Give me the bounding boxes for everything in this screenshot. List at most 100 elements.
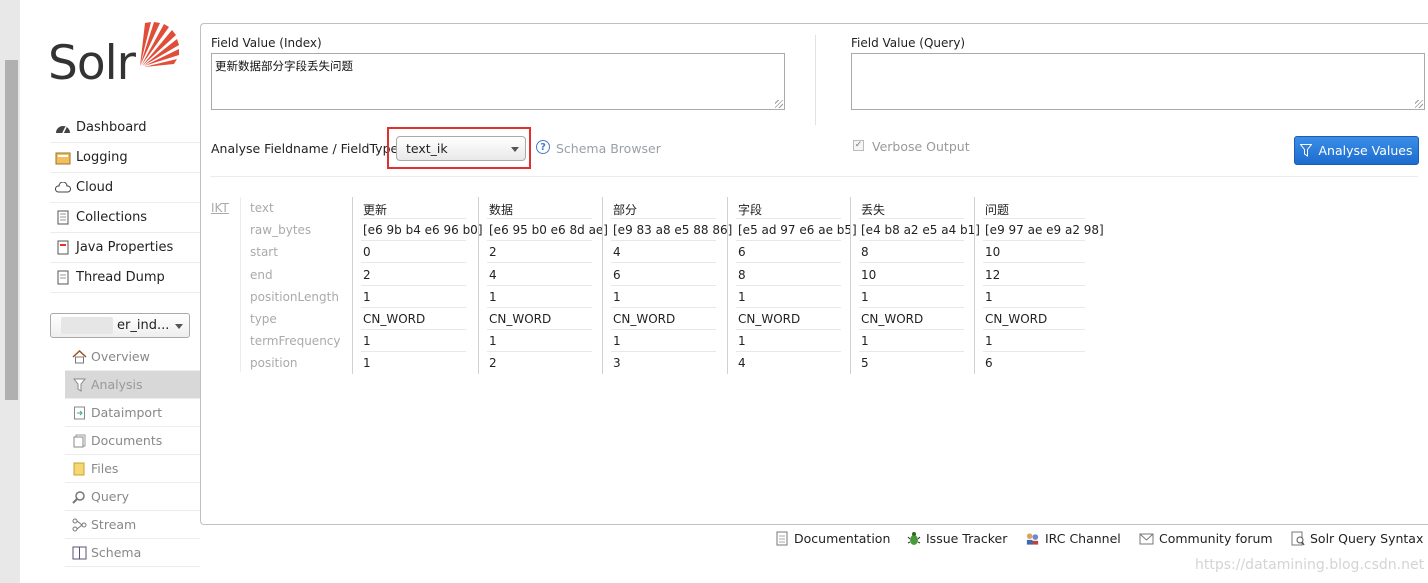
token-cell-termfrequency: 1 xyxy=(985,334,993,348)
files-icon xyxy=(71,461,87,477)
core-menu-stream[interactable]: Stream xyxy=(65,511,200,539)
bug-icon xyxy=(906,531,921,546)
core-selector-value: er_ind... xyxy=(117,318,170,333)
cell-separator xyxy=(736,240,841,241)
cell-separator xyxy=(983,262,1085,263)
core-menu-overview[interactable]: Overview xyxy=(65,343,200,371)
core-menu-query[interactable]: Query xyxy=(65,483,200,511)
cloud-icon xyxy=(54,180,72,196)
token-cell-end: 12 xyxy=(985,268,1001,282)
token-cell-position: 6 xyxy=(985,356,993,370)
nav-item-java-properties[interactable]: Java Properties xyxy=(50,233,200,263)
token-cell-start: 10 xyxy=(985,245,1001,259)
row-label-positionlength: positionLength xyxy=(250,290,339,304)
query-syntax-icon xyxy=(1290,531,1305,546)
watermark: https://datamining.blog.csdn.net xyxy=(1195,557,1425,573)
token-cell-end: 10 xyxy=(861,268,877,282)
row-label-position: position xyxy=(250,356,298,370)
resize-grip-icon[interactable] xyxy=(1415,100,1423,108)
core-menu-dataimport[interactable]: Dataimport xyxy=(65,399,200,427)
nav-item-dashboard[interactable]: Dashboard xyxy=(50,113,200,143)
token-cell-raw_bytes: [e9 97 ae e9 a2 98] xyxy=(985,223,1104,237)
scrollbar[interactable] xyxy=(5,60,18,400)
fieldtype-value: text_ik xyxy=(406,141,448,156)
cell-separator xyxy=(736,329,841,330)
row-label-raw_bytes: raw_bytes xyxy=(250,223,312,237)
cell-separator xyxy=(361,240,466,241)
fieldtype-select[interactable]: text_ik xyxy=(396,136,526,161)
resize-grip-icon[interactable] xyxy=(775,100,783,108)
token-cell-position: 2 xyxy=(489,356,497,370)
cell-separator xyxy=(983,351,1085,352)
redacted-core-name xyxy=(61,317,113,334)
token-cell-raw_bytes: [e6 9b b4 e6 96 b0] xyxy=(363,223,483,237)
thread-dump-icon xyxy=(54,270,72,286)
filter-icon xyxy=(1300,144,1313,157)
core-menu-analysis[interactable]: Analysis xyxy=(65,371,200,399)
cell-separator xyxy=(983,218,1085,219)
footer-irc-channel-link[interactable]: IRC Channel xyxy=(1025,531,1121,546)
cell-separator xyxy=(983,307,1085,308)
nav-item-cloud[interactable]: Cloud xyxy=(50,173,200,203)
cell-separator xyxy=(983,285,1085,286)
cell-separator xyxy=(736,262,841,263)
cell-separator xyxy=(736,351,841,352)
core-menu-label: Overview xyxy=(91,349,150,364)
token-cell-type: CN_WORD xyxy=(738,312,801,326)
token-cell-raw_bytes: [e4 b8 a2 e5 a4 b1] xyxy=(861,223,980,237)
nav-item-collections[interactable]: Collections xyxy=(50,203,200,233)
index-field-textarea[interactable]: 更新数据部分字段丢失问题 xyxy=(211,53,785,110)
token-column-divider xyxy=(974,197,975,374)
query-field-textarea[interactable] xyxy=(851,53,1425,110)
token-cell-raw_bytes: [e9 83 a8 e5 88 86] xyxy=(613,223,733,237)
section-divider xyxy=(210,176,1418,177)
footer-issue-tracker-link[interactable]: Issue Tracker xyxy=(906,531,1007,546)
row-label-start: start xyxy=(250,245,278,259)
token-cell-termfrequency: 1 xyxy=(861,334,869,348)
footer-solr-query-syntax-link[interactable]: Solr Query Syntax xyxy=(1290,531,1423,546)
core-selector[interactable]: er_ind... xyxy=(50,313,190,338)
footer-documentation-link[interactable]: Documentation xyxy=(774,531,890,546)
cell-separator xyxy=(611,307,716,308)
analyse-values-button[interactable]: Analyse Values xyxy=(1294,136,1419,165)
cell-separator xyxy=(736,307,841,308)
nav-label: Java Properties xyxy=(76,240,174,255)
panel-divider xyxy=(815,35,816,125)
token-cell-text: 丢失 xyxy=(861,203,886,217)
help-icon[interactable]: ? xyxy=(536,140,550,154)
token-cell-end: 8 xyxy=(738,268,746,282)
fieldtype-label: Analyse Fieldname / FieldType: xyxy=(211,141,403,156)
token-cell-positionlength: 1 xyxy=(363,290,371,304)
main-nav: Dashboard Logging Cloud Collections Java… xyxy=(50,113,200,293)
chevron-down-icon xyxy=(511,147,519,152)
nav-item-thread-dump[interactable]: Thread Dump xyxy=(50,263,200,293)
schema-browser-link[interactable]: Schema Browser xyxy=(556,141,661,156)
tokenizer-name[interactable]: IKT xyxy=(211,201,229,215)
nav-item-logging[interactable]: Logging xyxy=(50,143,200,173)
footer-community-forum-link[interactable]: Community forum xyxy=(1139,531,1273,546)
core-menu-label: Files xyxy=(91,461,119,476)
token-cell-start: 8 xyxy=(861,245,869,259)
token-cell-positionlength: 1 xyxy=(489,290,497,304)
cell-separator xyxy=(361,285,466,286)
token-cell-position: 5 xyxy=(861,356,869,370)
core-menu-documents[interactable]: Documents xyxy=(65,427,200,455)
token-cell-positionlength: 1 xyxy=(738,290,746,304)
token-cell-type: CN_WORD xyxy=(489,312,552,326)
solr-logo[interactable]: Solr xyxy=(48,20,183,95)
token-cell-end: 4 xyxy=(489,268,497,282)
row-label-end: end xyxy=(250,268,273,282)
token-cell-start: 2 xyxy=(489,245,497,259)
core-menu-files[interactable]: Files xyxy=(65,455,200,483)
cell-separator xyxy=(487,262,592,263)
nav-label: Collections xyxy=(76,210,148,225)
verbose-output-checkbox[interactable]: ✓ xyxy=(853,140,864,151)
row-label-text: text xyxy=(250,201,274,215)
cell-separator xyxy=(361,351,466,352)
footer-link-label: Documentation xyxy=(794,531,891,546)
cell-separator xyxy=(487,351,592,352)
token-cell-positionlength: 1 xyxy=(985,290,993,304)
core-menu-schema[interactable]: Schema xyxy=(65,539,200,567)
irc-icon xyxy=(1025,531,1040,546)
row-label-termfrequency: termFrequency xyxy=(250,334,341,348)
